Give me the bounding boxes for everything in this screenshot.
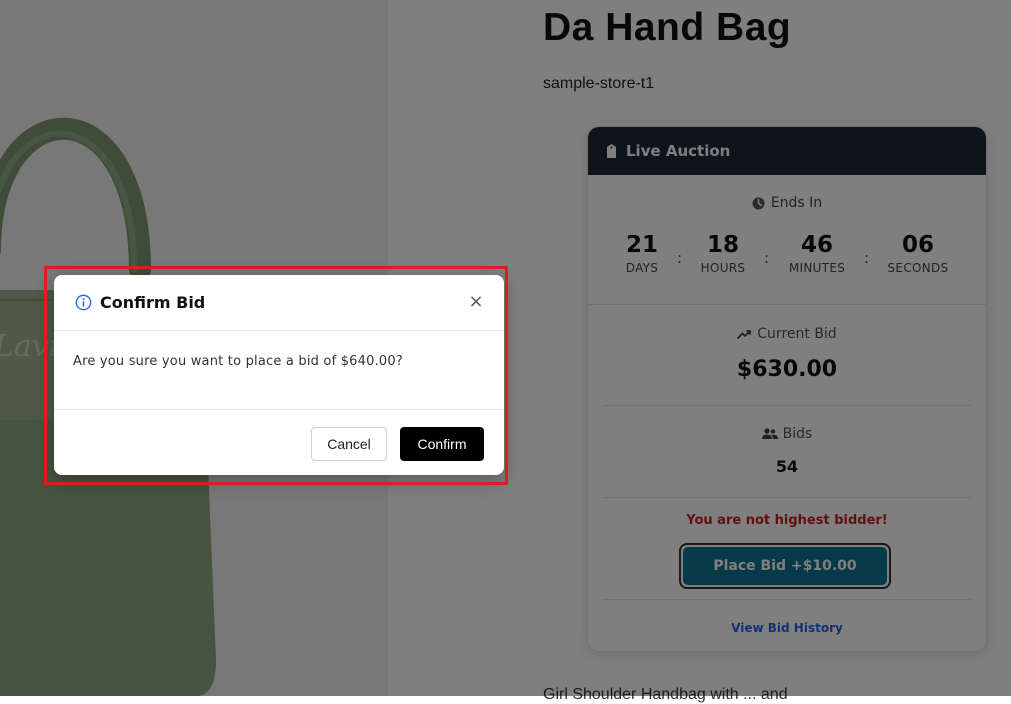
highlight-box (44, 266, 508, 485)
